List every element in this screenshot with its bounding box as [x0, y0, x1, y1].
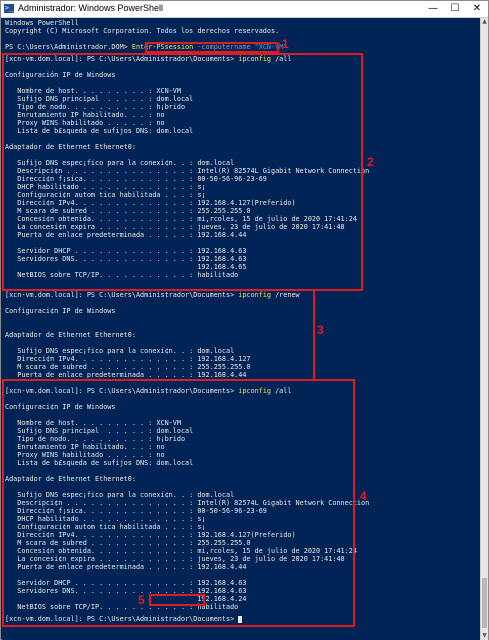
scroll-down-arrow-icon[interactable]: ▼: [481, 632, 488, 640]
annotation-box-5: [149, 594, 205, 606]
annotation-number-5: 5: [138, 593, 145, 607]
console-output-line: Direcci¢n IPv4. . . . . . . . . . . . . …: [5, 355, 251, 363]
command-text: ipconfig: [238, 291, 271, 299]
powershell-window: >_ Administrador: Windows PowerShell — ☐…: [0, 0, 489, 640]
vertical-scrollbar[interactable]: ▲ ▼: [480, 18, 488, 640]
scroll-up-arrow-icon[interactable]: ▲: [481, 18, 488, 26]
minimize-button[interactable]: —: [422, 1, 444, 17]
annotation-box-1: [145, 42, 279, 53]
console-output-line: Sufijo DNS espec¡fico para la conexi¢n. …: [5, 347, 235, 355]
annotation-number-3: 3: [317, 323, 324, 337]
annotation-connector-3: [313, 291, 315, 379]
scroll-thumb[interactable]: [482, 578, 487, 628]
console-output-line: M scara de subred . . . . . . . . . . . …: [5, 363, 251, 371]
annotation-number-4: 4: [360, 489, 367, 503]
console-output-line: Puerta de enlace predeterminada . . . . …: [5, 371, 247, 379]
prompt-text: [xcn-vm.dom.local]: PS C:\Users\Administ…: [5, 291, 239, 299]
console-output-line: Adaptador de Ethernet Ethernet0:: [5, 331, 136, 339]
console-header-line: Windows PowerShell: [5, 19, 79, 27]
annotation-box-4: [2, 379, 355, 627]
window-title: Administrador: Windows PowerShell: [18, 3, 164, 13]
command-line: [xcn-vm.dom.local]: PS C:\Users\Administ…: [5, 291, 300, 299]
annotation-number-2: 2: [367, 155, 374, 169]
maximize-button[interactable]: ☐: [444, 1, 466, 17]
prompt-text: PS C:\Users\Administrador.DOM>: [5, 43, 132, 51]
powershell-icon: >_: [4, 4, 14, 13]
argument-text: /renew: [271, 291, 300, 299]
title-bar[interactable]: >_ Administrador: Windows PowerShell — ☐…: [1, 1, 488, 18]
annotation-number-1: 1: [282, 37, 289, 51]
console-header-line: Copyright (C) Microsoft Corporation. Tod…: [5, 27, 280, 35]
close-button[interactable]: ✕: [466, 1, 488, 17]
annotation-box-2: [2, 53, 363, 291]
console-output-line: Configuraci¢n IP de Windows: [5, 307, 116, 315]
